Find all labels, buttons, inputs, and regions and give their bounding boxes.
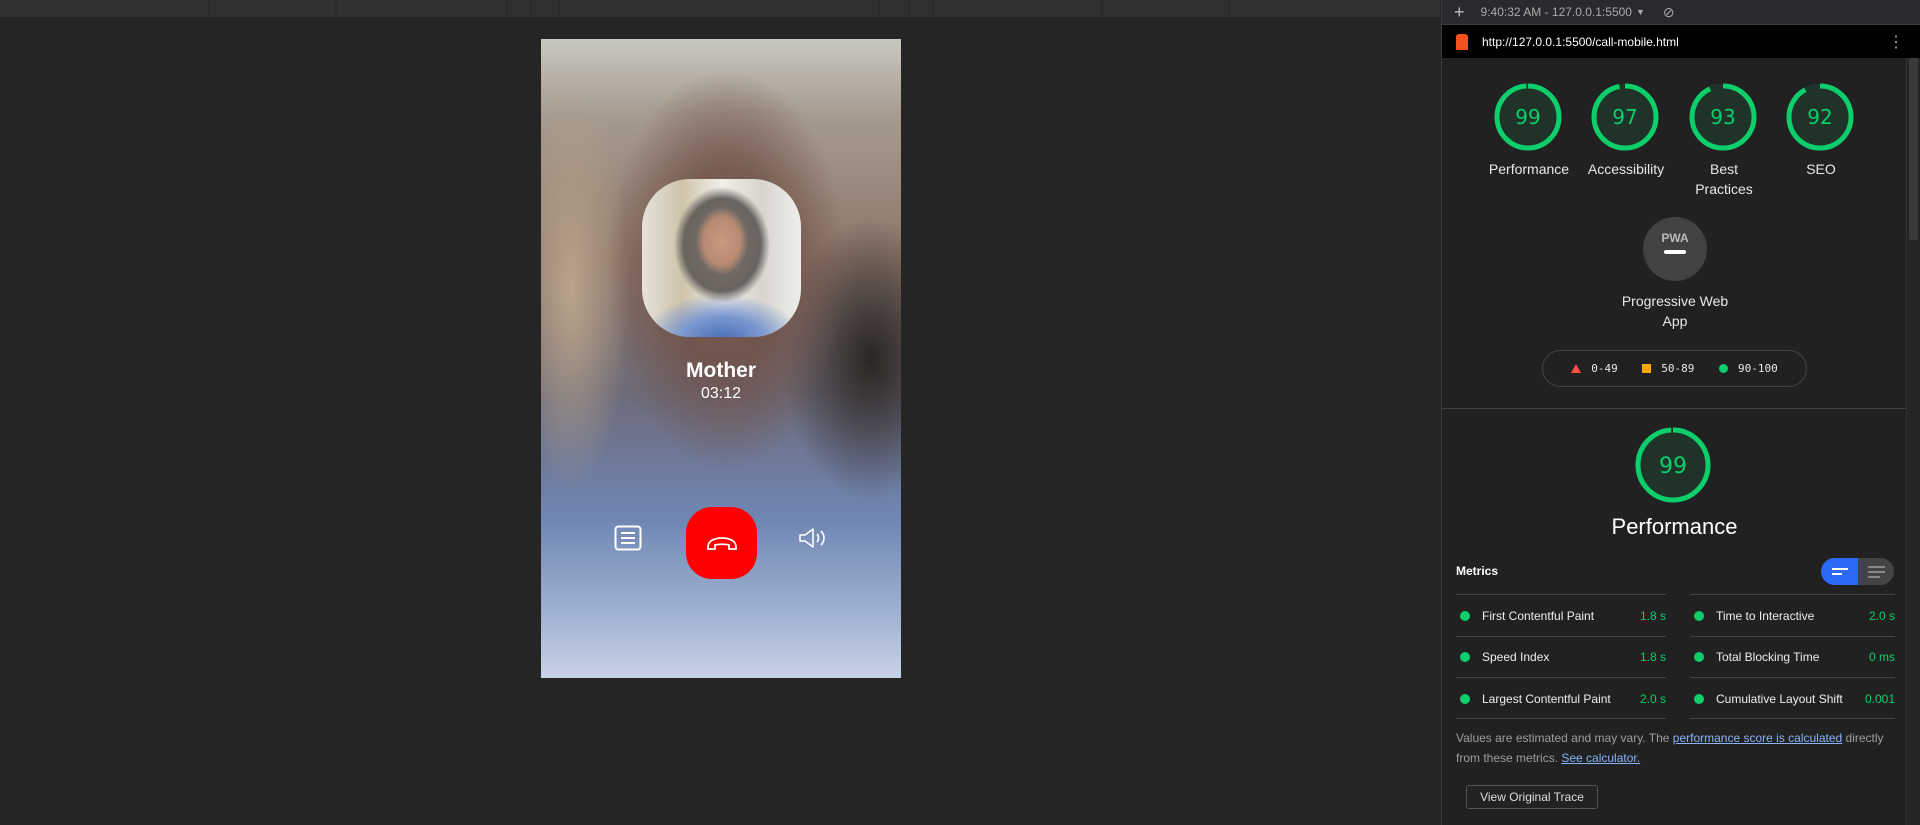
metric-value: 2.0 s: [1639, 691, 1666, 706]
pass-dot-icon: [1460, 610, 1470, 621]
legend-average: 50-89: [1642, 362, 1694, 375]
triangle-icon: [1571, 364, 1582, 373]
svg-text:97: 97: [1612, 105, 1637, 129]
score-legend: 0-49 50-89 90-100: [1542, 350, 1807, 387]
detailed-view-icon[interactable]: [1858, 558, 1894, 585]
url-bar: http://127.0.0.1:5500/call-mobile.html ⋮: [1442, 25, 1920, 58]
pwa-label: Progressive Web App: [1621, 293, 1729, 329]
svg-text:92: 92: [1807, 105, 1832, 129]
pass-dot-icon: [1694, 652, 1704, 662]
view-original-trace-button[interactable]: View Original Trace: [1466, 785, 1598, 809]
score-gauge-best-practices[interactable]: 93: [1688, 82, 1758, 157]
score-label: Accessibility: [1587, 161, 1665, 177]
circle-icon: [1718, 364, 1728, 373]
keypad-button[interactable]: [613, 523, 643, 553]
metric-row: Cumulative Layout Shift 0.001: [1690, 677, 1895, 719]
pwa-badge[interactable]: PWA: [1643, 217, 1707, 281]
metric-label: First Contentful Paint: [1482, 608, 1595, 623]
metric-label: Largest Contentful Paint: [1482, 691, 1611, 706]
metric-value: 0 ms: [1868, 650, 1895, 664]
dropdown-icon[interactable]: ▼: [1636, 7, 1645, 17]
pass-dot-icon: [1460, 693, 1470, 704]
metric-row: Speed Index 1.8 s: [1456, 635, 1666, 678]
legend-fail: 0-49: [1571, 362, 1618, 375]
metric-label: Speed Index: [1482, 650, 1550, 664]
performance-gauge: 99: [1634, 426, 1712, 509]
metric-label: Cumulative Layout Shift: [1716, 691, 1843, 706]
pass-dot-icon: [1694, 693, 1704, 704]
metric-row: First Contentful Paint 1.8 s: [1456, 594, 1666, 636]
score-gauge-seo[interactable]: 92: [1785, 82, 1855, 157]
metric-value: 1.8 s: [1639, 608, 1666, 623]
score-label: SEO: [1806, 161, 1836, 177]
contact-avatar: [642, 179, 801, 337]
score-calculated-link[interactable]: performance score is calculated: [1673, 731, 1842, 745]
metrics-heading: Metrics: [1456, 564, 1499, 578]
lighthouse-toolbar: + 9:40:32 AM - 127.0.0.1:5500 ▼ ⊘: [1442, 0, 1920, 25]
clear-icon[interactable]: ⊘: [1663, 4, 1675, 21]
pass-dot-icon: [1460, 652, 1470, 662]
metric-label: Time to Interactive: [1716, 608, 1815, 623]
pwa-dash-icon: [1664, 250, 1686, 254]
metrics-bottom-divider-left: [1456, 718, 1666, 719]
notes-icon: [614, 525, 642, 551]
call-duration: 03:12: [700, 385, 742, 402]
score-gauge-performance[interactable]: 99: [1493, 82, 1563, 157]
scrollbar-thumb[interactable]: [1909, 58, 1918, 240]
speaker-button[interactable]: [797, 523, 829, 553]
browser-top-strip: [0, 0, 1440, 17]
lighthouse-logo-icon: [1456, 33, 1468, 50]
report-url: http://127.0.0.1:5500/call-mobile.html: [1482, 34, 1679, 49]
svg-text:93: 93: [1710, 105, 1735, 129]
end-call-button[interactable]: [686, 507, 757, 579]
metrics-view-toggle[interactable]: [1821, 558, 1894, 585]
svg-text:99: 99: [1659, 454, 1687, 479]
metric-value: 2.0 s: [1868, 608, 1895, 623]
metric-row: Time to Interactive 2.0 s: [1690, 594, 1895, 636]
metric-label: Total Blocking Time: [1716, 650, 1820, 664]
metric-value: 0.001: [1864, 691, 1895, 706]
hang-up-icon: [706, 537, 737, 550]
svg-text:99: 99: [1515, 105, 1540, 129]
lighthouse-panel: + 9:40:32 AM - 127.0.0.1:5500 ▼ ⊘ http:/…: [1441, 0, 1920, 825]
metric-row: Largest Contentful Paint 2.0 s: [1456, 677, 1666, 719]
scrollbar[interactable]: [1906, 58, 1920, 825]
call-screen: Mother 03:12: [541, 39, 901, 678]
more-options-icon[interactable]: ⋮: [1888, 32, 1904, 52]
metric-row: Total Blocking Time 0 ms: [1690, 635, 1895, 678]
square-icon: [1642, 364, 1652, 373]
new-report-icon[interactable]: +: [1454, 2, 1465, 23]
score-label: Best Practices: [1695, 161, 1753, 197]
score-label: Performance: [1488, 161, 1570, 177]
report-selector[interactable]: 9:40:32 AM - 127.0.0.1:5500: [1481, 5, 1632, 19]
summary-view-icon[interactable]: [1821, 558, 1858, 585]
pass-dot-icon: [1694, 610, 1704, 621]
section-divider: [1442, 408, 1907, 409]
contact-name: Mother: [686, 359, 756, 382]
metric-value: 1.8 s: [1639, 650, 1666, 664]
pwa-badge-text: PWA: [1661, 231, 1689, 245]
speaker-icon: [799, 528, 825, 548]
metrics-note: Values are estimated and may vary. The p…: [1456, 731, 1884, 765]
legend-pass: 90-100: [1718, 362, 1778, 375]
metrics-bottom-divider-right: [1690, 718, 1895, 719]
performance-title: Performance: [1611, 514, 1738, 539]
score-gauge-accessibility[interactable]: 97: [1590, 82, 1660, 157]
see-calculator-link[interactable]: See calculator.: [1561, 751, 1640, 765]
